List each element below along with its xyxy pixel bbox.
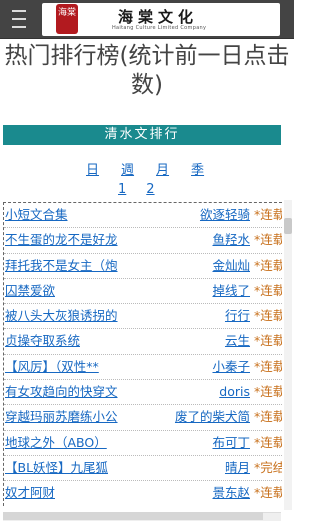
period-tab-month[interactable]: 月 <box>156 159 169 178</box>
period-tabs: 日 週 月 季 <box>86 159 204 178</box>
status-label: *连载 <box>254 333 282 349</box>
ranking-row: 被八头大灰狼诱拐的 行行 *连载 <box>4 304 282 330</box>
status-label: *连载 <box>254 358 282 374</box>
logo-name: 海棠文化 <box>118 8 199 26</box>
author-link[interactable]: 欲逐轻骑 <box>200 203 250 227</box>
ranking-row: 地球之外（ABO） 布可丁 *连载 <box>4 431 282 456</box>
ranking-row: 奴才阿财 景东赵 *连载 <box>4 481 282 506</box>
status-label: *连载 <box>254 409 282 425</box>
status-label: *连载 <box>254 257 282 273</box>
author-link[interactable]: 景东赵 <box>212 481 250 505</box>
book-title-link[interactable]: 穿越玛丽苏磨练小公 <box>5 405 118 429</box>
ranking-row: 【BL妖怪】九尾狐 晴月 *完结 <box>4 456 282 482</box>
hamburger-icon <box>12 7 26 31</box>
ranking-list: 小短文合集 欲逐轻骑 *连载 不生蛋的龙不是好龙 鱼羟水 *连载 拜托我不是女主… <box>3 202 282 506</box>
horizontal-scroll-thumb[interactable] <box>3 512 263 520</box>
page-link-2[interactable]: 2 <box>146 182 154 200</box>
site-logo[interactable]: 海棠 海棠文化 Haitang Culture Limited Company <box>42 3 280 36</box>
book-title-link[interactable]: 拜托我不是女主（炮 <box>5 254 118 278</box>
status-label: *连载 <box>254 308 282 324</box>
author-link[interactable]: doris <box>219 380 250 404</box>
book-title-link[interactable]: 奴才阿财 <box>5 481 55 505</box>
status-label: *完结 <box>254 459 282 475</box>
vertical-scroll-thumb[interactable] <box>284 218 292 234</box>
ranking-row: 不生蛋的龙不是好龙 鱼羟水 *连载 <box>4 228 282 254</box>
menu-button[interactable] <box>4 4 34 34</box>
author-link[interactable]: 掉线了 <box>212 279 250 303</box>
book-title-link[interactable]: 不生蛋的龙不是好龙 <box>5 228 118 252</box>
author-link[interactable]: 小秦子 <box>212 355 250 379</box>
ranking-row: 穿越玛丽苏磨练小公 废了的柴犬简 *连载 <box>4 405 282 431</box>
book-title-link[interactable]: 囚禁爱欲 <box>5 279 55 303</box>
top-nav-bar: 海棠 海棠文化 Haitang Culture Limited Company <box>0 0 294 39</box>
author-link[interactable]: 废了的柴犬简 <box>175 405 250 429</box>
ranking-row: 拜托我不是女主（炮 金灿灿 *连载 <box>4 254 282 279</box>
vertical-scrollbar[interactable] <box>284 200 292 510</box>
section-heading: 清水文排行 <box>3 125 281 145</box>
book-title-link[interactable]: 【BL妖怪】九尾狐 <box>5 456 108 480</box>
author-link[interactable]: 布可丁 <box>212 431 250 455</box>
book-title-link[interactable]: 有女攻趋向的快穿文 <box>5 380 118 404</box>
author-link[interactable]: 行行 <box>225 304 250 328</box>
author-link[interactable]: 晴月 <box>225 456 250 480</box>
author-link[interactable]: 云生 <box>225 329 250 353</box>
page-link-1[interactable]: 1 <box>118 182 126 200</box>
logo-seal: 海棠 <box>56 4 78 34</box>
status-label: *连载 <box>254 207 282 222</box>
book-title-link[interactable]: 贞操夺取系统 <box>5 329 80 353</box>
period-tab-season[interactable]: 季 <box>191 159 204 178</box>
ranking-row: 有女攻趋向的快穿文 doris *连载 <box>4 380 282 406</box>
book-title-link[interactable]: 【风厉】（双性** <box>5 355 99 379</box>
author-link[interactable]: 鱼羟水 <box>212 228 250 252</box>
page-title: 热门排行榜(统计前一日点击数) <box>4 43 290 98</box>
ranking-row: 贞操夺取系统 云生 *连载 <box>4 329 282 355</box>
logo-subtitle: Haitang Culture Limited Company <box>112 25 207 31</box>
ranking-row: 小短文合集 欲逐轻骑 *连载 <box>4 203 282 229</box>
period-tab-day[interactable]: 日 <box>86 159 99 178</box>
status-label: *连载 <box>254 282 282 298</box>
status-label: *连载 <box>254 485 282 501</box>
author-link[interactable]: 金灿灿 <box>212 254 250 278</box>
book-title-link[interactable]: 被八头大灰狼诱拐的 <box>5 304 118 328</box>
ranking-row: 囚禁爱欲 掉线了 *连载 <box>4 279 282 305</box>
book-title-link[interactable]: 地球之外（ABO） <box>5 431 107 455</box>
status-label: *连载 <box>254 232 282 248</box>
pagination: 1 2 <box>118 182 155 200</box>
status-label: *连载 <box>254 384 282 400</box>
status-label: *连载 <box>254 434 282 450</box>
book-title-link[interactable]: 小短文合集 <box>5 203 68 227</box>
ranking-row: 【风厉】（双性** 小秦子 *连载 <box>4 355 282 381</box>
period-tab-week[interactable]: 週 <box>121 159 134 178</box>
